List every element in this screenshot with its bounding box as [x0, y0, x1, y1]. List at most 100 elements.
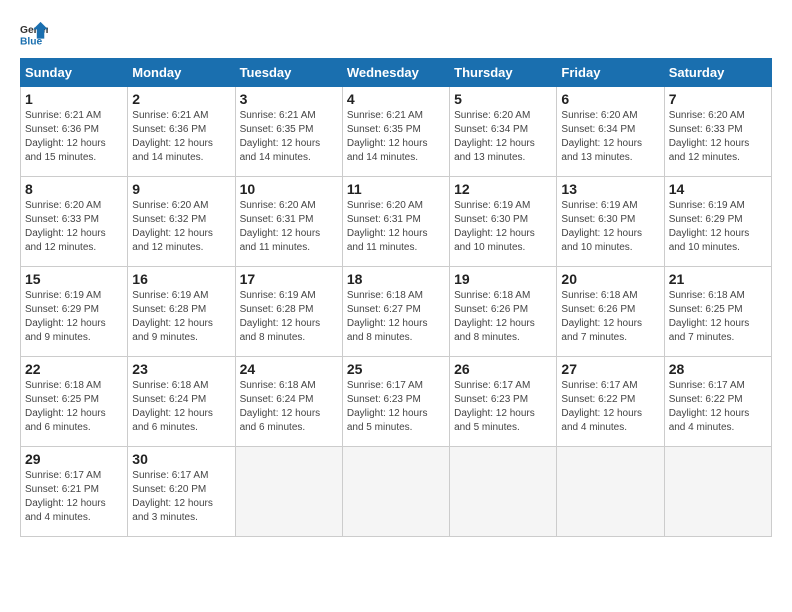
calendar-day-cell: 13 Sunrise: 6:19 AMSunset: 6:30 PMDayligh… [557, 177, 664, 267]
calendar-day-cell: 12 Sunrise: 6:19 AMSunset: 6:30 PMDayligh… [450, 177, 557, 267]
day-number: 16 [132, 271, 230, 287]
day-number: 5 [454, 91, 552, 107]
day-info: Sunrise: 6:21 AMSunset: 6:36 PMDaylight:… [25, 109, 123, 165]
calendar-day-cell: 9 Sunrise: 6:20 AMSunset: 6:32 PMDaylight… [128, 177, 235, 267]
logo: General Blue [20, 20, 52, 48]
day-number: 15 [25, 271, 123, 287]
day-number: 25 [347, 361, 445, 377]
day-number: 11 [347, 181, 445, 197]
day-info: Sunrise: 6:20 AMSunset: 6:34 PMDaylight:… [454, 109, 552, 165]
calendar-week-row: 15 Sunrise: 6:19 AMSunset: 6:29 PMDayligh… [21, 267, 772, 357]
day-number: 23 [132, 361, 230, 377]
weekday-header-tuesday: Tuesday [235, 59, 342, 87]
logo-icon: General Blue [20, 20, 48, 48]
calendar-day-cell: 30 Sunrise: 6:17 AMSunset: 6:20 PMDayligh… [128, 447, 235, 537]
day-info: Sunrise: 6:19 AMSunset: 6:28 PMDaylight:… [240, 289, 338, 345]
weekday-header-wednesday: Wednesday [342, 59, 449, 87]
calendar-day-cell: 16 Sunrise: 6:19 AMSunset: 6:28 PMDayligh… [128, 267, 235, 357]
calendar-day-cell: 11 Sunrise: 6:20 AMSunset: 6:31 PMDayligh… [342, 177, 449, 267]
calendar-day-cell: 8 Sunrise: 6:20 AMSunset: 6:33 PMDaylight… [21, 177, 128, 267]
day-number: 12 [454, 181, 552, 197]
calendar-day-cell: 7 Sunrise: 6:20 AMSunset: 6:33 PMDaylight… [664, 87, 771, 177]
calendar-day-cell: 23 Sunrise: 6:18 AMSunset: 6:24 PMDayligh… [128, 357, 235, 447]
calendar-day-cell: 5 Sunrise: 6:20 AMSunset: 6:34 PMDaylight… [450, 87, 557, 177]
calendar-day-cell: 29 Sunrise: 6:17 AMSunset: 6:21 PMDayligh… [21, 447, 128, 537]
day-number: 27 [561, 361, 659, 377]
calendar-day-cell: 17 Sunrise: 6:19 AMSunset: 6:28 PMDayligh… [235, 267, 342, 357]
day-number: 21 [669, 271, 767, 287]
day-info: Sunrise: 6:21 AMSunset: 6:35 PMDaylight:… [240, 109, 338, 165]
day-info: Sunrise: 6:19 AMSunset: 6:29 PMDaylight:… [25, 289, 123, 345]
calendar-table: SundayMondayTuesdayWednesdayThursdayFrid… [20, 58, 772, 537]
calendar-day-cell [235, 447, 342, 537]
day-info: Sunrise: 6:18 AMSunset: 6:26 PMDaylight:… [561, 289, 659, 345]
day-number: 3 [240, 91, 338, 107]
calendar-day-cell: 26 Sunrise: 6:17 AMSunset: 6:23 PMDayligh… [450, 357, 557, 447]
day-info: Sunrise: 6:20 AMSunset: 6:33 PMDaylight:… [25, 199, 123, 255]
day-number: 6 [561, 91, 659, 107]
day-number: 20 [561, 271, 659, 287]
calendar-day-cell: 10 Sunrise: 6:20 AMSunset: 6:31 PMDayligh… [235, 177, 342, 267]
calendar-week-row: 1Sunrise: 6:21 AMSunset: 6:36 PMDaylight… [21, 87, 772, 177]
day-info: Sunrise: 6:18 AMSunset: 6:24 PMDaylight:… [132, 379, 230, 435]
day-number: 24 [240, 361, 338, 377]
weekday-header-friday: Friday [557, 59, 664, 87]
calendar-day-cell: 21 Sunrise: 6:18 AMSunset: 6:25 PMDayligh… [664, 267, 771, 357]
day-info: Sunrise: 6:19 AMSunset: 6:30 PMDaylight:… [561, 199, 659, 255]
day-number: 8 [25, 181, 123, 197]
day-number: 2 [132, 91, 230, 107]
day-info: Sunrise: 6:17 AMSunset: 6:23 PMDaylight:… [454, 379, 552, 435]
day-number: 14 [669, 181, 767, 197]
calendar-day-cell [664, 447, 771, 537]
day-info: Sunrise: 6:21 AMSunset: 6:36 PMDaylight:… [132, 109, 230, 165]
calendar-header: SundayMondayTuesdayWednesdayThursdayFrid… [21, 59, 772, 87]
day-info: Sunrise: 6:17 AMSunset: 6:22 PMDaylight:… [561, 379, 659, 435]
day-info: Sunrise: 6:20 AMSunset: 6:31 PMDaylight:… [240, 199, 338, 255]
day-number: 17 [240, 271, 338, 287]
calendar-day-cell: 18 Sunrise: 6:18 AMSunset: 6:27 PMDayligh… [342, 267, 449, 357]
day-number: 18 [347, 271, 445, 287]
day-number: 9 [132, 181, 230, 197]
day-info: Sunrise: 6:20 AMSunset: 6:32 PMDaylight:… [132, 199, 230, 255]
calendar-week-row: 29 Sunrise: 6:17 AMSunset: 6:21 PMDayligh… [21, 447, 772, 537]
calendar-day-cell: 27 Sunrise: 6:17 AMSunset: 6:22 PMDayligh… [557, 357, 664, 447]
day-info: Sunrise: 6:20 AMSunset: 6:31 PMDaylight:… [347, 199, 445, 255]
calendar-day-cell: 3 Sunrise: 6:21 AMSunset: 6:35 PMDaylight… [235, 87, 342, 177]
day-info: Sunrise: 6:19 AMSunset: 6:29 PMDaylight:… [669, 199, 767, 255]
day-info: Sunrise: 6:18 AMSunset: 6:27 PMDaylight:… [347, 289, 445, 345]
weekday-header-saturday: Saturday [664, 59, 771, 87]
calendar-day-cell [450, 447, 557, 537]
calendar-day-cell: 2 Sunrise: 6:21 AMSunset: 6:36 PMDaylight… [128, 87, 235, 177]
weekday-header-monday: Monday [128, 59, 235, 87]
weekday-header-sunday: Sunday [21, 59, 128, 87]
day-info: Sunrise: 6:20 AMSunset: 6:33 PMDaylight:… [669, 109, 767, 165]
day-info: Sunrise: 6:21 AMSunset: 6:35 PMDaylight:… [347, 109, 445, 165]
page-header: General Blue [20, 20, 772, 48]
day-info: Sunrise: 6:19 AMSunset: 6:28 PMDaylight:… [132, 289, 230, 345]
day-info: Sunrise: 6:17 AMSunset: 6:22 PMDaylight:… [669, 379, 767, 435]
calendar-day-cell [557, 447, 664, 537]
calendar-week-row: 22 Sunrise: 6:18 AMSunset: 6:25 PMDayligh… [21, 357, 772, 447]
calendar-day-cell: 15 Sunrise: 6:19 AMSunset: 6:29 PMDayligh… [21, 267, 128, 357]
day-number: 7 [669, 91, 767, 107]
day-info: Sunrise: 6:19 AMSunset: 6:30 PMDaylight:… [454, 199, 552, 255]
day-number: 26 [454, 361, 552, 377]
day-info: Sunrise: 6:18 AMSunset: 6:24 PMDaylight:… [240, 379, 338, 435]
day-number: 4 [347, 91, 445, 107]
day-number: 10 [240, 181, 338, 197]
calendar-day-cell: 19 Sunrise: 6:18 AMSunset: 6:26 PMDayligh… [450, 267, 557, 357]
day-info: Sunrise: 6:17 AMSunset: 6:20 PMDaylight:… [132, 469, 230, 525]
calendar-day-cell: 25Sunrise: 6:17 AMSunset: 6:23 PMDayligh… [342, 357, 449, 447]
day-info: Sunrise: 6:18 AMSunset: 6:26 PMDaylight:… [454, 289, 552, 345]
day-number: 29 [25, 451, 123, 467]
calendar-week-row: 8 Sunrise: 6:20 AMSunset: 6:33 PMDaylight… [21, 177, 772, 267]
day-number: 22 [25, 361, 123, 377]
day-number: 13 [561, 181, 659, 197]
day-info: Sunrise: 6:17 AMSunset: 6:21 PMDaylight:… [25, 469, 123, 525]
day-number: 28 [669, 361, 767, 377]
day-number: 30 [132, 451, 230, 467]
day-number: 19 [454, 271, 552, 287]
day-info: Sunrise: 6:18 AMSunset: 6:25 PMDaylight:… [669, 289, 767, 345]
calendar-day-cell: 28 Sunrise: 6:17 AMSunset: 6:22 PMDayligh… [664, 357, 771, 447]
day-info: Sunrise: 6:18 AMSunset: 6:25 PMDaylight:… [25, 379, 123, 435]
